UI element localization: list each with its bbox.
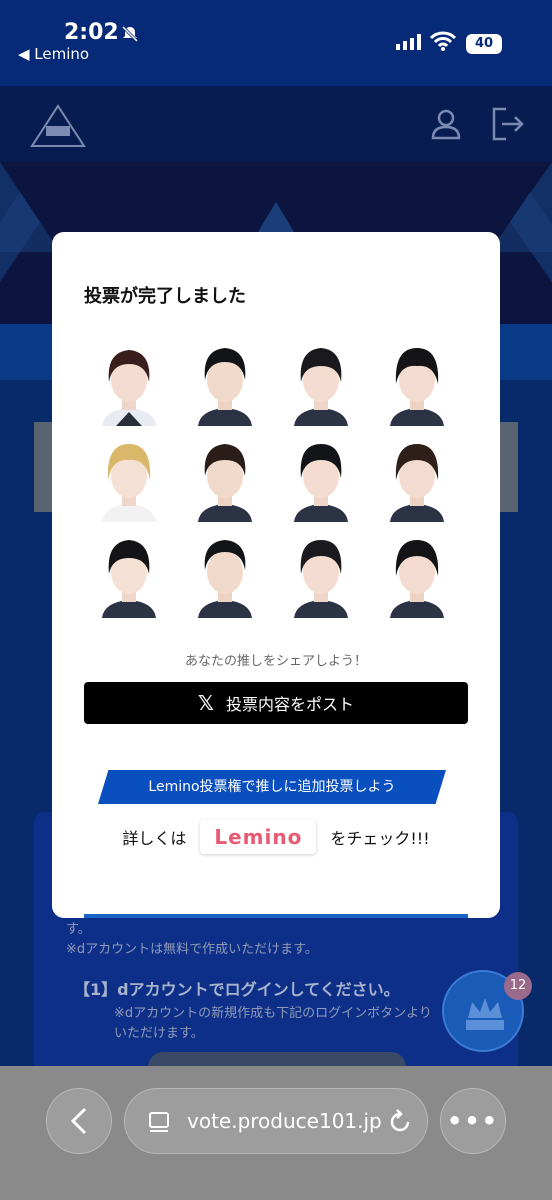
browser-back-button[interactable] (46, 1088, 112, 1154)
url-text: vote.produce101.jp (187, 1109, 382, 1133)
clock: 2:02 (64, 20, 119, 45)
background-text: す。 (66, 922, 91, 937)
lemino-logo-button[interactable]: Lemino (200, 820, 317, 854)
lemino-promo: Lemino投票権で推しに追加投票しよう 詳しくは Lemino をチェック!!… (84, 770, 468, 874)
logout-icon[interactable] (490, 106, 526, 142)
trainee-photo-12 (384, 532, 450, 618)
promo-suffix: をチェック!!! (330, 829, 430, 848)
promo-prefix: 詳しくは (122, 829, 187, 848)
wifi-icon (430, 31, 456, 51)
background-text: ※dアカウントは無料で作成いただけます。 (66, 942, 318, 957)
back-to-app-link[interactable]: ◀ Lemino (18, 45, 89, 63)
trainee-photo-6 (192, 436, 258, 522)
trainee-photo-5 (96, 436, 162, 522)
silent-bell-icon (121, 25, 139, 43)
promo-ribbon: Lemino投票権で推しに追加投票しよう (98, 770, 446, 804)
selected-trainees-grid (96, 340, 468, 618)
trainee-photo-3 (288, 340, 354, 426)
user-account-icon[interactable] (430, 108, 462, 140)
page-menu-icon[interactable] (147, 1111, 171, 1135)
post-button-label: 投票内容をポスト (226, 695, 355, 714)
site-header (0, 86, 552, 162)
cellular-signal-icon (396, 34, 421, 50)
background-heading: 【1】dアカウントでログインしてください。 (74, 980, 400, 999)
status-bar: 2:02 ◀ Lemino 40 (0, 0, 552, 86)
more-options-button[interactable]: ••• (440, 1088, 506, 1154)
trainee-photo-7 (288, 436, 354, 522)
vote-complete-modal: 投票が完了しました あなたの推しをシェアしよう！ 𝕏 投票内容をポスト Lemi… (52, 232, 500, 918)
battery-indicator: 40 (466, 34, 502, 54)
chevron-left-icon (70, 1107, 87, 1135)
reload-icon[interactable] (387, 1109, 413, 1135)
trainee-photo-10 (192, 532, 258, 618)
trainee-photo-9 (96, 532, 162, 618)
share-prompt: あなたの推しをシェアしよう！ (184, 654, 367, 669)
produce101-logo[interactable] (30, 104, 86, 148)
trainee-photo-4 (384, 340, 450, 426)
x-logo-icon: 𝕏 (197, 691, 215, 715)
background-text: ※dアカウントの新規作成も下記のログインボタンより (114, 1006, 432, 1021)
vote-count-badge: 12 (504, 972, 532, 1000)
next-section-edge (84, 914, 468, 918)
post-to-x-button[interactable]: 𝕏 投票内容をポスト (84, 682, 468, 724)
background-text: いただけます。 (114, 1026, 204, 1041)
trainee-photo-2 (192, 340, 258, 426)
trainee-photo-11 (288, 532, 354, 618)
trainee-photo-8 (384, 436, 450, 522)
address-bar[interactable]: vote.produce101.jp (124, 1088, 428, 1154)
trainee-photo-1 (96, 340, 162, 426)
modal-title: 投票が完了しました (84, 286, 246, 307)
promo-row: 詳しくは Lemino をチェック!!! (84, 820, 468, 854)
